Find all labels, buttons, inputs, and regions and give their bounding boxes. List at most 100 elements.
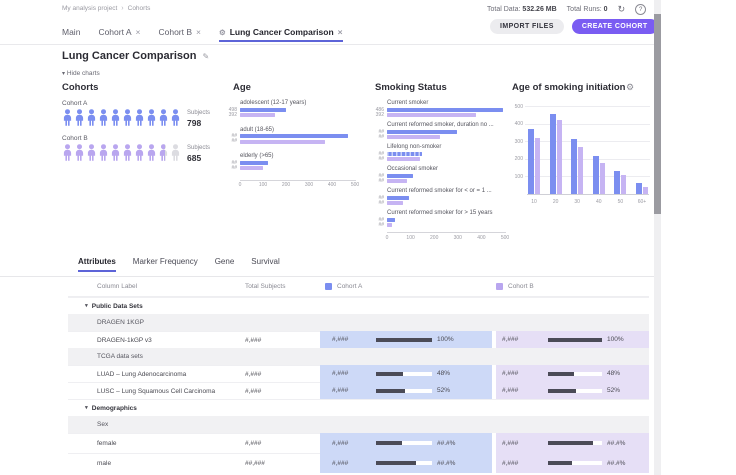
caret-down-icon: ▾ <box>85 405 88 411</box>
person-icon <box>122 109 133 126</box>
close-icon[interactable]: × <box>196 27 201 37</box>
breadcrumb-project[interactable]: My analysis project <box>62 5 117 12</box>
cohort-b-value: ## <box>372 223 384 228</box>
help-icon[interactable]: ? <box>635 4 646 15</box>
breadcrumb-cohorts[interactable]: Cohorts <box>128 5 151 12</box>
detail-tab-marker-frequency[interactable]: Marker Frequency <box>133 257 198 270</box>
edit-icon[interactable]: ✎ <box>202 52 209 61</box>
top-stats: Total Data: 532.26 MB Total Runs: 0 ↻ ? <box>487 4 646 15</box>
chart-category-label: Lifelong non-smoker <box>387 144 512 150</box>
cohort-b-cell: #,###48% <box>496 365 649 382</box>
age-chart-title: Age <box>233 82 368 93</box>
person-icon <box>62 144 73 161</box>
tab-lung-cancer-comparison[interactable]: ⚙Lung Cancer Comparison× <box>219 27 343 42</box>
close-icon[interactable]: × <box>338 27 343 37</box>
table-row: DRAGEN-1kGP v3#,####,###100%#,###100% <box>68 331 649 348</box>
total-subjects-header[interactable]: Total Subjects <box>245 283 320 290</box>
cohort-b-count: #,### <box>502 460 548 467</box>
cohort-b-bar <box>535 138 540 194</box>
chart-value-labels: 486392 <box>372 108 387 119</box>
chart-category-label: adolescent (12-17 years) <box>240 100 368 106</box>
chart-group <box>613 171 627 194</box>
hide-charts-toggle[interactable]: ▾ Hide charts <box>62 70 100 77</box>
cohort-b-value: 392 <box>220 113 237 118</box>
cohort-b-bar <box>621 175 626 194</box>
chevron-right-icon: › <box>121 5 123 12</box>
cohort-b-bar <box>387 113 476 117</box>
cohort-b-percent: ##.#% <box>607 440 625 447</box>
cohort-a-bar-fill <box>376 338 432 342</box>
detail-tab-attributes[interactable]: Attributes <box>78 257 116 272</box>
tab-label: Cohort B <box>158 27 192 37</box>
subjects-block: Subjects685 <box>187 144 210 163</box>
total-data-stat: Total Data: 532.26 MB <box>487 6 557 13</box>
chart-group: Current reformed smoker for > 15 years ##… <box>372 210 512 229</box>
cohort-a-count: #,### <box>332 336 376 343</box>
chart-group: elderly (>65)#### <box>220 153 368 172</box>
cohort-a-bar <box>528 129 534 194</box>
table-group-row[interactable]: ▾Demographics <box>68 399 649 416</box>
cohort-b-cell: #,###100% <box>496 331 649 348</box>
scrollbar[interactable] <box>654 0 661 475</box>
detail-tab-gene[interactable]: Gene <box>215 257 235 270</box>
cohort-b-count: #,### <box>502 370 548 377</box>
cohort-b-legend: Cohort B <box>496 283 649 290</box>
person-icon <box>170 144 181 161</box>
cohort-a-percent: ##.#% <box>437 460 455 467</box>
axis-tick-label: 300 <box>305 182 313 188</box>
tab-cohort-a[interactable]: Cohort A× <box>98 27 140 42</box>
create-cohort-button[interactable]: CREATE COHORT <box>572 19 658 34</box>
chart-category-label: Current smoker <box>387 100 512 106</box>
chart-category-label: Current reformed smoker for > 15 years <box>387 210 512 216</box>
row-label: LUSC – Lung Squamous Cell Carcinoma <box>68 382 245 399</box>
cohort-b-bar <box>387 157 420 161</box>
tab-cohort-b[interactable]: Cohort B × <box>158 27 201 42</box>
cohort-b-bar <box>600 163 605 194</box>
chart-group <box>570 139 584 194</box>
x-axis-tick-label: 50 <box>613 199 627 205</box>
detail-tab-survival[interactable]: Survival <box>251 257 279 270</box>
table-group-row[interactable]: ▾Public Data Sets <box>68 297 649 314</box>
page-title-row: Lung Cancer Comparison ✎ <box>62 50 209 62</box>
axis-tick-label: 100 <box>259 182 267 188</box>
scrollbar-thumb[interactable] <box>654 14 661 214</box>
cohort-a-bar <box>240 134 348 138</box>
tab-main[interactable]: Main <box>62 27 80 42</box>
person-icon <box>134 144 145 161</box>
axis-tick-label: 400 <box>477 235 485 241</box>
cohort-b-bar <box>240 140 325 144</box>
smoking-initiation-chart-panel: Age of smoking initiation 10020030040050… <box>512 82 654 208</box>
x-axis-tick-label: 40 <box>592 199 606 205</box>
cohort-b-bar <box>387 179 407 183</box>
person-icon <box>146 109 157 126</box>
cohort-a-bar-fill <box>376 441 402 445</box>
person-icon-partial <box>158 144 165 161</box>
subjects-count: 685 <box>187 153 210 163</box>
refresh-icon[interactable]: ↻ <box>618 5 626 14</box>
chart-value-labels: #### <box>372 174 387 185</box>
chart-value-labels: #### <box>372 152 387 163</box>
close-icon[interactable]: × <box>136 27 141 37</box>
cohort-b-cell: #,###52% <box>496 382 649 399</box>
cohort-b-legend-label: Cohort B <box>508 283 534 290</box>
x-axis-tick-label: 60+ <box>635 199 649 205</box>
chart-category-label: Current reformed smoker, duration no ... <box>387 122 512 128</box>
person-icon <box>98 109 109 126</box>
cohort-a-bar <box>636 183 642 194</box>
cohort-b-count: #,### <box>502 387 548 394</box>
axis-tick-label: 500 <box>501 235 509 241</box>
cohort-b-bar-fill <box>548 461 572 465</box>
cohorts-heading: Cohorts <box>62 82 214 93</box>
cohort-a-bar <box>387 130 457 134</box>
import-files-button[interactable]: IMPORT FILES <box>490 19 564 34</box>
cohort-a-bar-track <box>376 461 432 465</box>
cohort-a-legend-swatch <box>325 283 332 290</box>
total-runs-stat: Total Runs: 0 <box>567 6 608 13</box>
chart-value-labels: #### <box>372 196 387 207</box>
person-icon <box>146 144 157 161</box>
axis-tick-label: 0 <box>386 235 389 241</box>
cohort-a-cell: #,###48% <box>320 365 492 382</box>
cohort-b-bar-track <box>548 461 602 465</box>
table-header: Column Label Total Subjects Cohort A Coh… <box>68 277 649 297</box>
column-label-header[interactable]: Column Label <box>68 283 245 290</box>
